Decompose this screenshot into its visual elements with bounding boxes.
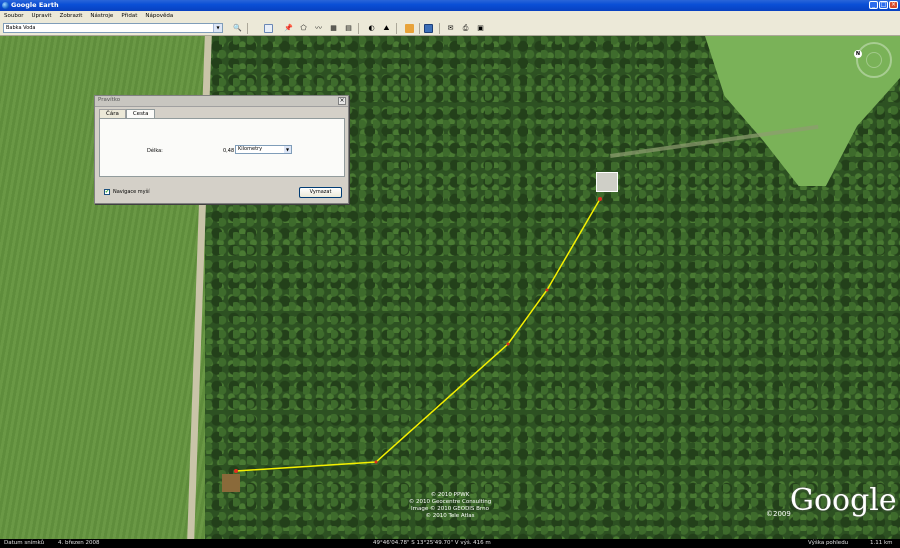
tour-icon[interactable]: ▤ [343,23,354,34]
ruler-dialog: Pravítko × Čára Cesta Délka: 0,48 Kilome… [94,95,349,204]
window-title: Google Earth [11,1,59,9]
search-icon[interactable]: 🔍 [232,23,243,34]
mouse-navigation-checkbox[interactable]: ✔ Navigace myší [104,189,150,195]
menu-help[interactable]: Nápověda [141,11,177,21]
credit-line: © 2010 Geocentre Consulting [408,499,492,505]
path-vertex [374,460,378,464]
length-value: 0,48 [223,148,235,154]
search-input[interactable] [4,24,212,32]
eye-altitude-value: 1.11 km [870,540,893,546]
window-controls: _ □ × [869,1,898,9]
menu-add[interactable]: Přidat [117,11,141,21]
overlay-icon[interactable]: ▦ [328,23,339,34]
path-vertex [506,342,510,346]
close-icon[interactable]: × [338,97,346,105]
toolbar-separator [439,23,440,34]
sidebar-icon[interactable] [263,23,274,34]
credit-line: © 2010 Tele Atlas [425,513,475,519]
look-control[interactable] [866,52,882,68]
close-button[interactable]: × [889,1,898,9]
copyright-year: ©2009 [766,510,791,518]
ruler-icon[interactable] [404,23,415,34]
toolbar-separator [358,23,359,34]
credit-line: Image © 2010 GEODIS Brno [411,506,489,512]
dialog-title-bar[interactable]: Pravítko × [95,96,348,107]
menu-file[interactable]: Soubor [0,11,27,21]
email-icon[interactable]: ✉ [445,23,456,34]
imagery-date-value: 4. březen 2008 [58,540,100,546]
north-icon[interactable]: N [854,50,862,58]
cursor-coordinates: 49°46'04.78" S 13°25'49.70" V výš. 416 m [373,540,491,546]
sky-icon[interactable]: ⛰ [381,23,392,34]
eye-altitude-label: Výška pohledu [808,540,849,546]
checkbox-label: Navigace myší [113,189,150,195]
toolbar: ▼ 🔍 📌 ⬠ 〰 ▦ ▤ ◐ ⛰ ✉ ⎙ ▣ [0,21,900,36]
path-vertex [545,288,549,292]
dialog-title: Pravítko [98,97,121,103]
path-vertex [234,469,238,473]
path-vertex [598,197,602,201]
chevron-down-icon[interactable]: ▼ [213,24,222,32]
unit-select[interactable]: Kilometry ▼ [235,145,292,154]
sun-icon[interactable]: ◐ [366,23,377,34]
unit-select-value: Kilometry [238,146,263,152]
search-field[interactable]: ▼ [3,23,223,33]
status-bar: Datum snímků 4. březen 2008 49°46'04.78"… [0,539,900,548]
placemark-icon[interactable]: 📌 [283,23,294,34]
print-icon[interactable]: ⎙ [460,23,471,34]
maximize-button[interactable]: □ [879,1,888,9]
checkbox[interactable]: ✔ [104,189,110,195]
clear-button[interactable]: Vymazat [299,187,342,198]
chevron-down-icon[interactable]: ▼ [284,146,291,153]
menu-bar: Soubor Upravit Zobrazit Nástroje Přidat … [0,11,900,21]
polygon-icon[interactable]: ⬠ [298,23,309,34]
imagery-date-label: Datum snímků [4,540,45,546]
length-label: Délka: [147,148,163,154]
menu-view[interactable]: Zobrazit [56,11,87,21]
map-credits: © 2010 PPWK © 2010 Geocentre Consulting … [390,492,510,520]
google-logo: Google [790,483,897,518]
menu-edit[interactable]: Upravit [27,11,55,21]
menu-tools[interactable]: Nástroje [86,11,117,21]
toolbar-separator [396,23,397,34]
maps-icon[interactable]: ▣ [475,23,486,34]
active-tool-icon[interactable] [423,23,434,34]
google-earth-icon [2,2,9,9]
navigation-compass[interactable]: N [854,42,892,78]
toolbar-separator [419,23,420,34]
path-line [235,198,601,472]
tab-panel: Délka: 0,48 Kilometry ▼ [99,118,345,177]
toolbar-separator [247,23,248,34]
credit-line: © 2010 PPWK [430,492,470,498]
path-icon[interactable]: 〰 [313,23,324,34]
title-bar: Google Earth _ □ × [0,0,900,11]
minimize-button[interactable]: _ [869,1,878,9]
